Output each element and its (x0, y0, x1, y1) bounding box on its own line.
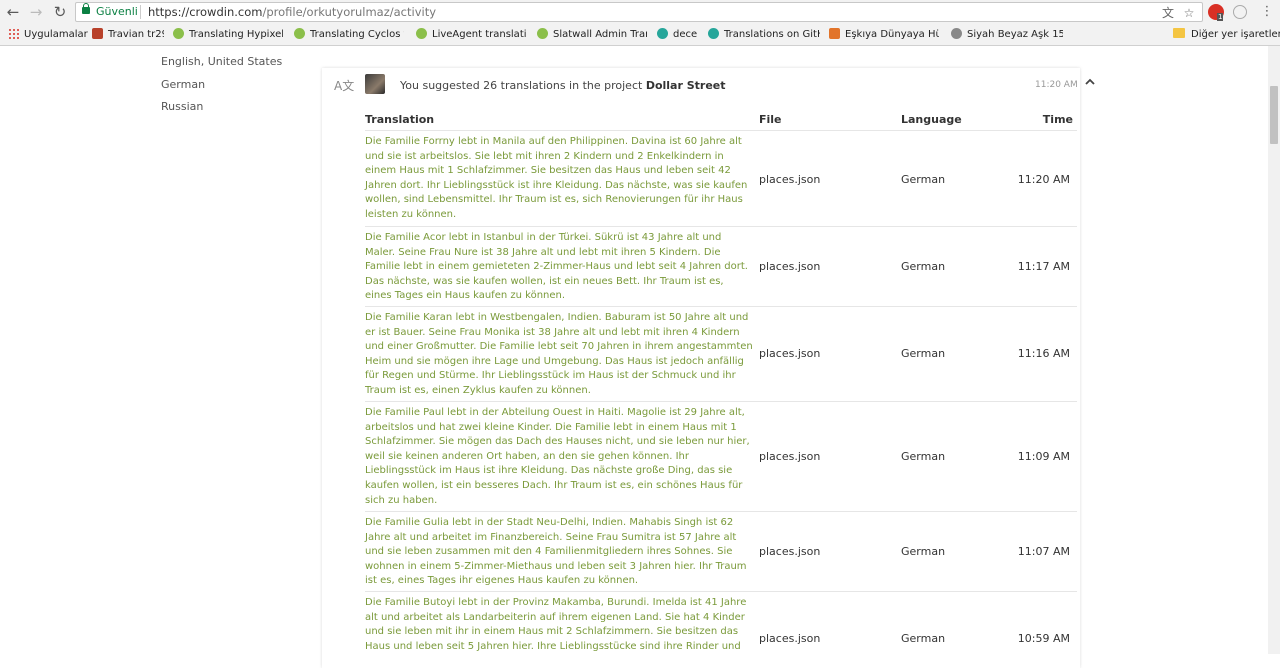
language-cell: German (901, 545, 946, 558)
bookmark-other[interactable]: Diğer yer işaretleri (1173, 28, 1280, 42)
url-text: https://crowdin.com/profile/orkutyorulma… (148, 5, 436, 19)
bookmark-label: Diğer yer işaretleri (1191, 29, 1280, 40)
bookmark-label: Siyah Beyaz Aşk 15. B (967, 29, 1063, 40)
crowdin-icon (416, 28, 427, 39)
language-cell: German (901, 632, 946, 645)
project-link[interactable]: Dollar Street (646, 79, 726, 92)
file-cell: places.json (759, 260, 821, 273)
translation-text[interactable]: Die Familie Forrny lebt in Manila auf de… (365, 135, 753, 223)
bookmark-liveagent[interactable]: LiveAgent translation (416, 28, 526, 42)
bookmark-star-icon[interactable]: ☆ (1182, 6, 1196, 20)
language-cell: German (901, 260, 946, 273)
bookmark-label: Translating Hypixel to (189, 29, 283, 40)
translation-text[interactable]: Die Familie Acor lebt in Istanbul in der… (365, 231, 753, 304)
extension-badge: 1 (1217, 13, 1224, 21)
url-divider (140, 5, 141, 19)
time-cell: 11:20 AM (1017, 173, 1070, 186)
activity-summary: You suggested 26 translations in the pro… (400, 79, 726, 92)
translation-text[interactable]: Die Familie Gulia lebt in der Stadt Neu-… (365, 516, 753, 589)
column-header-time: Time (1042, 113, 1073, 126)
bookmark-hypixel[interactable]: Translating Hypixel to (173, 28, 283, 42)
bookmark-dece[interactable]: dece (657, 28, 702, 42)
forward-arrow-icon[interactable]: → (27, 3, 45, 21)
column-header-language: Language (901, 113, 962, 126)
translation-text[interactable]: Die Familie Butoyi lebt in der Provinz M… (365, 596, 753, 654)
sidebar-language-item[interactable]: German (161, 78, 205, 91)
url-path: /profile/orkutyorulmaz/activity (262, 5, 437, 19)
time-cell: 11:07 AM (1017, 545, 1070, 558)
bookmark-cyclos[interactable]: Translating Cyclos to (294, 28, 404, 42)
lock-icon (82, 3, 90, 14)
folder-icon (1173, 28, 1185, 38)
travian-icon (92, 28, 103, 39)
chevron-up-icon[interactable] (1085, 77, 1095, 87)
bookmark-label: Uygulamalar (24, 29, 88, 40)
bookmark-label: dece (673, 29, 698, 40)
translate-activity-icon: A文 (334, 79, 355, 93)
bookmark-label: Eşkıya Dünyaya Hükü (845, 29, 939, 40)
translation-text[interactable]: Die Familie Karan lebt in Westbengalen, … (365, 311, 753, 399)
table-row: Die Familie Karan lebt in Westbengalen, … (365, 306, 1077, 401)
bookmark-siyah[interactable]: Siyah Beyaz Aşk 15. B (951, 28, 1063, 42)
bookmark-label: Translations on GitHu (724, 29, 820, 40)
time-cell: 11:16 AM (1017, 347, 1070, 360)
bookmark-label: Translating Cyclos to (310, 29, 404, 40)
table-row: Die Familie Acor lebt in Istanbul in der… (365, 226, 1077, 306)
reload-icon[interactable]: ↻ (51, 3, 69, 21)
bookmark-label: Slatwall Admin Transl (553, 29, 647, 40)
column-header-translation: Translation (365, 113, 435, 126)
bookmark-label: LiveAgent translation (432, 29, 526, 40)
scrollbar-thumb[interactable] (1270, 86, 1278, 144)
crowdin-icon (294, 28, 305, 39)
file-cell: places.json (759, 632, 821, 645)
activity-time: 11:20 AM (1035, 80, 1078, 90)
bookmark-apps[interactable]: Uygulamalar (8, 28, 88, 42)
github-icon (657, 28, 668, 39)
translation-text[interactable]: Die Familie Paul lebt in der Abteilung O… (365, 406, 753, 508)
browser-toolbar: ← → ↻ Güvenli https://crowdin.com/profil… (0, 0, 1280, 24)
bookmarks-bar: Uygulamalar Travian tr29 Translating Hyp… (0, 24, 1280, 46)
page-content: English, United States German Russian A文… (0, 46, 1268, 668)
file-cell: places.json (759, 450, 821, 463)
table-row: Die Familie Butoyi lebt in der Provinz M… (365, 591, 1077, 668)
table-row: Die Familie Paul lebt in der Abteilung O… (365, 401, 1077, 511)
activity-text: You suggested 26 translations in the pro… (400, 79, 646, 92)
sidebar-language-item[interactable]: Russian (161, 100, 203, 113)
menu-dots-icon[interactable]: ⋮ (1258, 3, 1276, 21)
crowdin-icon (537, 28, 548, 39)
page-icon (951, 28, 962, 39)
secure-label: Güvenli (96, 5, 138, 18)
activity-card: A文 You suggested 26 translations in the … (322, 68, 1095, 668)
page-icon (829, 28, 840, 39)
extension-2-icon[interactable] (1233, 5, 1247, 19)
url-host: https://crowdin.com (148, 5, 263, 19)
table-row: Die Familie Forrny lebt in Manila auf de… (365, 130, 1077, 226)
file-cell: places.json (759, 545, 821, 558)
crowdin-icon (173, 28, 184, 39)
bookmark-eskiya[interactable]: Eşkıya Dünyaya Hükü (829, 28, 939, 42)
apps-icon (8, 28, 19, 39)
bookmark-label: Travian tr29 (108, 29, 164, 40)
bookmark-travian[interactable]: Travian tr29 (92, 28, 164, 42)
language-cell: German (901, 450, 946, 463)
time-cell: 11:09 AM (1017, 450, 1070, 463)
bookmark-github[interactable]: Translations on GitHu (708, 28, 820, 42)
github-icon (708, 28, 719, 39)
sidebar-language-item[interactable]: English, United States (161, 55, 282, 68)
bookmark-slatwall[interactable]: Slatwall Admin Transl (537, 28, 647, 42)
file-cell: places.json (759, 173, 821, 186)
language-cell: German (901, 347, 946, 360)
time-cell: 10:59 AM (1017, 632, 1070, 645)
avatar[interactable] (365, 74, 385, 94)
extension-icon[interactable]: 1 (1208, 4, 1224, 21)
language-cell: German (901, 173, 946, 186)
file-cell: places.json (759, 347, 821, 360)
address-bar[interactable]: Güvenli https://crowdin.com/profile/orku… (75, 2, 1203, 22)
table-row: Die Familie Gulia lebt in der Stadt Neu-… (365, 511, 1077, 591)
page-scrollbar[interactable] (1268, 46, 1280, 654)
time-cell: 11:17 AM (1017, 260, 1070, 273)
back-arrow-icon[interactable]: ← (4, 3, 22, 21)
column-header-file: File (759, 113, 782, 126)
translate-icon[interactable]: 文 (1161, 6, 1175, 20)
